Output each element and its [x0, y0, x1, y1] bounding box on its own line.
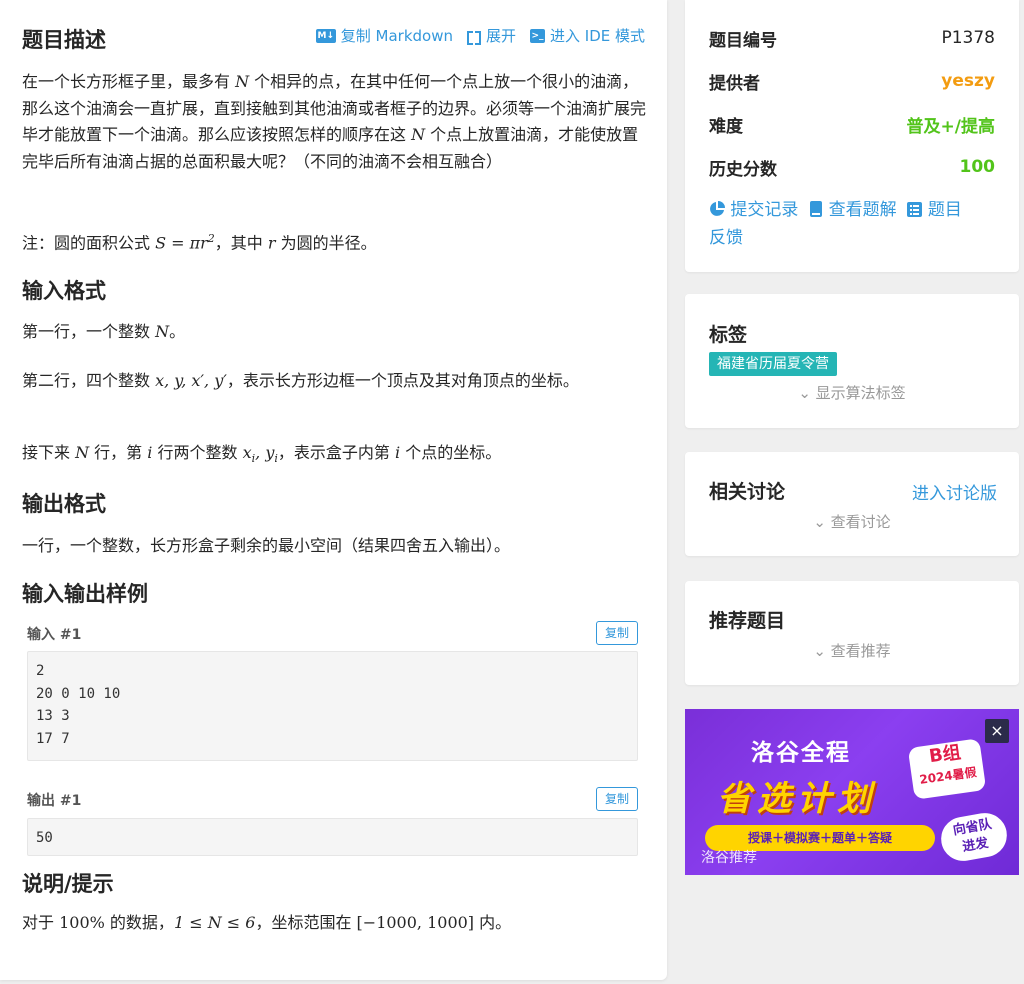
ad-brand: 洛谷全程 [751, 740, 851, 766]
problem-id-value: P1378 [941, 28, 995, 48]
discussion-card: 相关讨论 进入讨论版 ⌄ 查看讨论 [685, 452, 1019, 556]
sample-input-label: 输入 #1 [27, 627, 82, 643]
problem-card: 题目描述 M↓ 复制 Markdown 展开 >_ 进入 IDE 模式 在一个长… [0, 0, 667, 980]
ad-label: 洛谷推荐 [701, 850, 757, 866]
ide-mode-button[interactable]: >_ 进入 IDE 模式 [530, 25, 645, 46]
hint-title: 说明/提示 [22, 872, 114, 896]
problem-description: 在一个长方形框子里，最多有 N 个相异的点，在其中任何一个点上放一个很小的油滴，… [22, 72, 647, 171]
score-label: 历史分数 [709, 159, 777, 180]
list-icon [907, 202, 923, 217]
tag-badge[interactable]: 福建省历届夏令营 [709, 352, 837, 376]
ad-headline: 省选计划 [717, 779, 877, 819]
terminal-icon: >_ [530, 28, 545, 43]
tags-title: 标签 [709, 324, 748, 346]
problem-info-card: 题目编号 P1378 提供者 yeszy 难度 普及+/提高 历史分数 100 … [685, 0, 1019, 272]
show-algo-tags-toggle[interactable]: ⌄ 显示算法标签 [685, 382, 1019, 403]
solutions-link[interactable]: 查看题解 [809, 200, 897, 220]
copy-input-button[interactable]: 复制 [596, 621, 638, 645]
samples-title: 输入输出样例 [22, 582, 148, 606]
provider-row: 提供者 yeszy [709, 69, 995, 94]
difficulty-label: 难度 [709, 116, 743, 137]
show-algo-tags-label: 显示算法标签 [815, 384, 906, 402]
copy-markdown-button[interactable]: M↓ 复制 Markdown [315, 25, 453, 46]
input-line-1: 第一行，一个整数 N。 [22, 322, 186, 341]
expand-label: 展开 [485, 27, 516, 45]
hint-text: 对于 100% 的数据，1 ≤ N ≤ 6，坐标范围在 [−1000, 1000… [22, 913, 512, 932]
view-discussion-toggle[interactable]: ⌄ 查看讨论 [685, 511, 1019, 532]
view-recommend-toggle[interactable]: ⌄ 查看推荐 [685, 640, 1019, 661]
info-links: 提交记录 查看题解 题目 反馈 [709, 196, 999, 252]
pie-chart-icon [710, 201, 725, 216]
sample-output-box[interactable]: 50 [27, 818, 638, 856]
provider-label: 提供者 [709, 73, 760, 94]
discussion-title: 相关讨论 [709, 481, 786, 503]
book-icon [810, 201, 823, 217]
expand-button[interactable]: 展开 [466, 25, 516, 46]
ide-mode-label: 进入 IDE 模式 [550, 27, 645, 45]
submissions-link[interactable]: 提交记录 [709, 200, 798, 220]
score-row: 历史分数 100 [709, 155, 996, 180]
input-line-2: 第二行，四个整数 x, y, x′, y′，表示长方形边框一个顶点及其对角顶点的… [22, 371, 579, 390]
score-value: 100 [959, 157, 996, 177]
ad-badge: B组 2024暑假 [907, 738, 987, 800]
input-format-title: 输入格式 [22, 279, 106, 303]
expand-icon [466, 29, 481, 45]
problem-toolbar: M↓ 复制 Markdown 展开 >_ 进入 IDE 模式 [315, 25, 645, 46]
chevron-down-icon: ⌄ [798, 384, 811, 402]
ad-slogan: 向省队 进发 [937, 809, 1011, 865]
recommend-card: 推荐题目 ⌄ 查看推荐 [685, 581, 1019, 685]
problem-id-label: 题目编号 [709, 30, 777, 51]
output-line-1: 一行，一个整数，长方形盒子剩余的最小空间（结果四舍五入输出）。 [22, 536, 511, 555]
enter-forum-link[interactable]: 进入讨论版 [912, 479, 997, 504]
problem-title: 题目描述 [22, 28, 106, 52]
difficulty-value: 普及+/提高 [906, 116, 995, 137]
view-recommend-label: 查看推荐 [830, 642, 891, 660]
markdown-icon: M↓ [315, 28, 336, 43]
ad-banner[interactable]: 洛谷全程 省选计划 B组 2024暑假 授课＋模拟赛＋题单＋答疑 向省队 进发 洛… [685, 709, 1019, 875]
recommend-title: 推荐题目 [709, 610, 786, 632]
sample-output-label: 输出 #1 [27, 793, 82, 809]
sample-input-box[interactable]: 2 20 0 10 10 13 3 17 7 [27, 651, 638, 761]
ad-close-button[interactable]: × [985, 719, 1009, 743]
provider-link[interactable]: yeszy [941, 71, 995, 91]
area-formula-note: 注：圆的面积公式 S = πr2，其中 r 为圆的半径。 [22, 232, 377, 253]
difficulty-row: 难度 普及+/提高 [709, 112, 995, 137]
copy-output-button[interactable]: 复制 [596, 787, 638, 811]
copy-markdown-label: 复制 Markdown [340, 27, 453, 45]
chevron-down-icon: ⌄ [813, 642, 826, 660]
problem-id-row: 题目编号 P1378 [709, 26, 995, 51]
view-discussion-label: 查看讨论 [830, 513, 891, 531]
chevron-down-icon: ⌄ [813, 513, 826, 531]
tags-card: 标签 福建省历届夏令营 ⌄ 显示算法标签 [685, 294, 1019, 428]
input-line-3: 接下来 N 行，第 i 行两个整数 xi, yi，表示盒子内第 i 个点的坐标。 [22, 443, 502, 466]
output-format-title: 输出格式 [22, 492, 106, 516]
